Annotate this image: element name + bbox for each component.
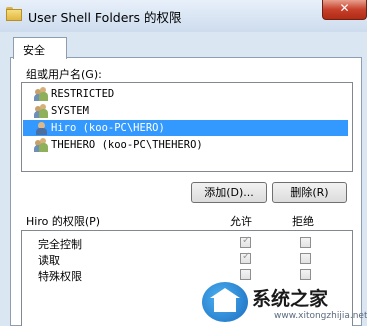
close-icon: ✕ <box>339 1 350 15</box>
watermark-text: 系统之家 <box>252 288 329 310</box>
window-title: User Shell Folders 的权限 <box>28 10 182 25</box>
group-icon <box>34 104 48 118</box>
tab-security[interactable]: 安全 <box>13 37 67 59</box>
add-button[interactable]: 添加(D)... <box>191 182 267 203</box>
user-name: SYSTEM <box>51 105 89 117</box>
user-icon <box>34 121 48 135</box>
user-row-restricted[interactable]: RESTRICTED <box>23 86 348 102</box>
watermark-logo: 系统之家 www.xitongzhijia.net <box>202 278 367 326</box>
watermark-url: www.xitongzhijia.net <box>274 311 367 321</box>
allow-checkbox[interactable] <box>240 251 251 264</box>
remove-button[interactable]: 删除(R) <box>272 182 347 203</box>
user-list[interactable]: RESTRICTED SYSTEM Hiro (koo-PC\HERO) THE… <box>21 82 353 172</box>
folder-icon <box>6 7 22 21</box>
deny-header: 拒绝 <box>292 215 314 228</box>
close-button[interactable]: ✕ <box>322 0 367 20</box>
tab-security-label: 安全 <box>23 44 45 57</box>
permissions-header: Hiro 的权限(P) <box>26 215 101 228</box>
allow-checkbox[interactable] <box>240 235 251 248</box>
permission-row-read: 读取 <box>22 251 352 267</box>
group-icon <box>34 138 48 152</box>
deny-checkbox[interactable] <box>300 237 311 248</box>
user-row-hiro[interactable]: Hiro (koo-PC\HERO) <box>23 120 348 136</box>
user-name: RESTRICTED <box>51 88 115 100</box>
user-row-thehero[interactable]: THEHERO (koo-PC\THEHERO) <box>23 137 348 153</box>
permission-name: 完全控制 <box>38 238 82 251</box>
title-bar: User Shell Folders 的权限 ✕ <box>0 0 367 32</box>
group-icon <box>34 87 48 101</box>
user-row-system[interactable]: SYSTEM <box>23 103 348 119</box>
permission-name: 读取 <box>38 254 60 267</box>
user-name: THEHERO (koo-PC\THEHERO) <box>51 139 203 151</box>
permission-name: 特殊权限 <box>38 270 82 283</box>
groups-label: 组或用户名(G): <box>26 68 102 81</box>
deny-checkbox[interactable] <box>300 253 311 264</box>
allow-header: 允许 <box>230 215 252 228</box>
house-logo-icon <box>202 282 248 322</box>
permission-row-full-control: 完全控制 <box>22 235 352 251</box>
user-name: Hiro (koo-PC\HERO) <box>51 122 165 134</box>
